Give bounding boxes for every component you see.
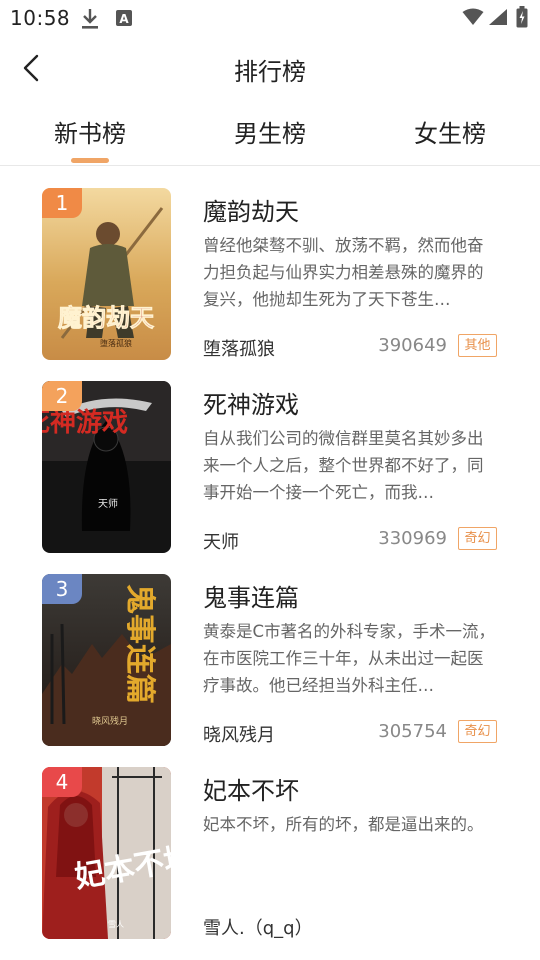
app-header: 排行榜: [0, 40, 540, 96]
book-cover: 魔韵劫天 堕落孤狼 1: [42, 188, 171, 360]
list-item[interactable]: 鬼事连篇 晓风残月 3 鬼事连篇 黄泰是C市著名的外科专家，手术一流，在市医院工…: [0, 554, 540, 747]
book-title: 妃本不坏: [203, 777, 299, 805]
book-description: 自从我们公司的微信群里莫名其妙多出来一个人之后，整个世界都不好了，同事开始一个接…: [203, 429, 484, 502]
book-cover: 鬼事连篇 晓风残月 3: [42, 574, 171, 746]
active-tab-indicator: [71, 158, 109, 163]
book-description: 曾经他桀骜不驯、放荡不羁，然而他奋力担负起与仙界实力相差悬殊的魔界的复兴，他抛却…: [203, 236, 484, 309]
status-bar: 10:58 A: [0, 0, 540, 36]
svg-text:A: A: [119, 12, 129, 26]
book-cover: 妃本不坏 雪人 4: [42, 767, 171, 939]
book-title: 鬼事连篇: [203, 584, 299, 612]
tab-new-books[interactable]: 新书榜: [0, 114, 180, 149]
book-author: 晓风残月: [203, 725, 275, 746]
list-item[interactable]: 妃本不坏 雪人 4 妃本不坏 妃本不坏，所有的坏，都是逼出来的。 雪人.（q_q…: [0, 747, 540, 940]
svg-text:魔韵劫天: 魔韵劫天: [58, 303, 154, 332]
book-cover: 死神游戏 天师 2: [42, 381, 171, 553]
book-author: 天师: [203, 532, 239, 553]
rank-badge: 1: [42, 188, 82, 218]
svg-text:雪人: 雪人: [108, 920, 124, 929]
book-title: 魔韵劫天: [203, 198, 299, 226]
book-title: 死神游戏: [203, 391, 299, 419]
book-author: 堕落孤狼: [203, 339, 275, 360]
tab-female[interactable]: 女生榜: [360, 114, 540, 149]
tab-male[interactable]: 男生榜: [180, 114, 360, 149]
list-item[interactable]: 魔韵劫天 堕落孤狼 1 魔韵劫天 曾经他桀骜不驯、放荡不羁，然而他奋力担负起与仙…: [0, 168, 540, 361]
svg-text:死神游戏: 死神游戏: [42, 408, 128, 438]
book-author: 雪人.（q_q）: [203, 918, 313, 939]
status-time: 10:58: [10, 6, 71, 30]
svg-text:堕落孤狼: 堕落孤狼: [100, 338, 132, 348]
a-badge-icon: A: [116, 10, 132, 30]
list-item[interactable]: 死神游戏 天师 2 死神游戏 自从我们公司的微信群里莫名其妙多出来一个人之后，整…: [0, 361, 540, 554]
genre-tag: 其他: [458, 334, 497, 357]
book-count: 330969: [378, 528, 447, 549]
battery-icon: [516, 6, 528, 32]
genre-tag: 奇幻: [458, 720, 497, 743]
svg-text:晓风残月: 晓风残月: [92, 715, 128, 727]
signal-icon: [488, 8, 508, 30]
download-icon: [80, 8, 100, 34]
book-count: 390649: [378, 335, 447, 356]
wifi-icon: [462, 8, 484, 30]
book-count: 305754: [378, 721, 447, 742]
ranking-tabs: 新书榜 男生榜 女生榜: [0, 104, 540, 166]
book-description: 妃本不坏，所有的坏，都是逼出来的。: [203, 815, 484, 834]
genre-tag: 奇幻: [458, 527, 497, 550]
svg-text:鬼事连篇: 鬼事连篇: [122, 584, 157, 704]
book-description: 黄泰是C市著名的外科专家，手术一流，在市医院工作三十年，从未出过一起医疗事故。他…: [203, 622, 496, 695]
rank-badge: 4: [42, 767, 82, 797]
rank-badge: 2: [42, 381, 82, 411]
svg-text:天师: 天师: [98, 497, 118, 510]
page-title: 排行榜: [234, 58, 306, 86]
rank-badge: 3: [42, 574, 82, 604]
